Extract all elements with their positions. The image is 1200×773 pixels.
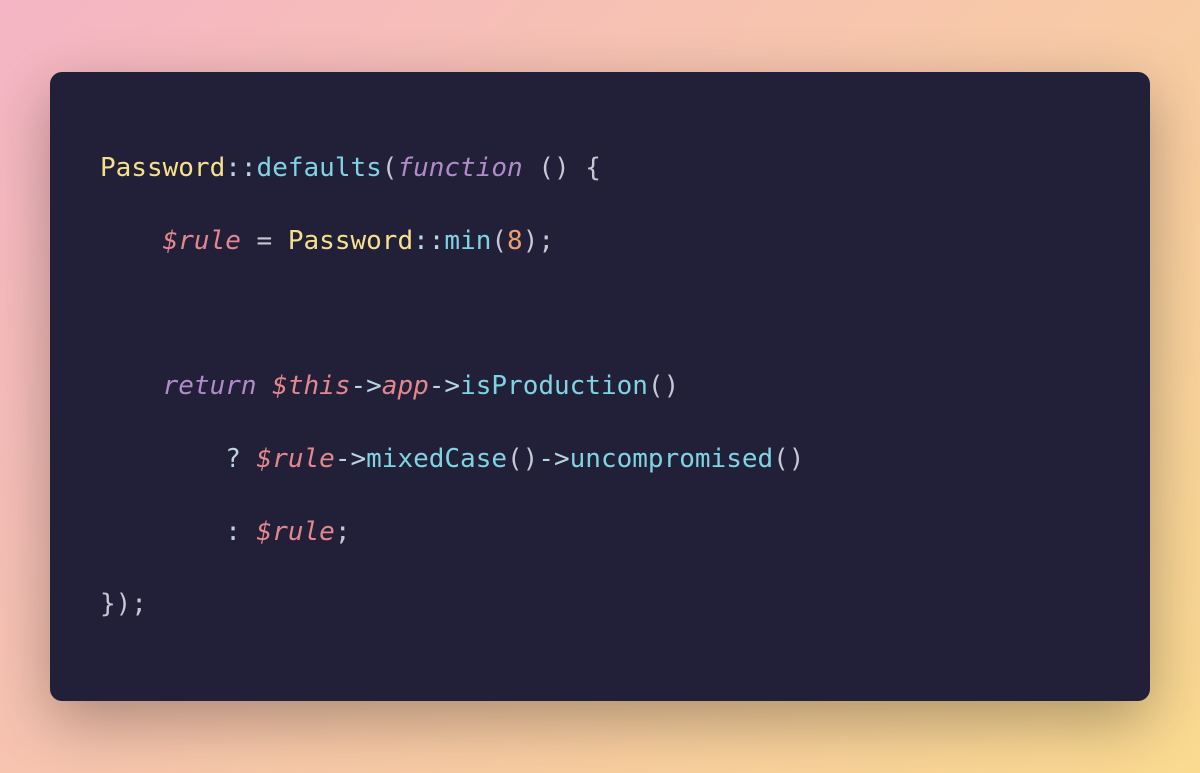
token-punct: ( [382,153,398,183]
code-line-2: $rule = Password::min(8); [100,205,1100,278]
code-line-3: return $this->app->isProduction() [100,350,1100,423]
token-punct: () [648,371,679,401]
token-keyword: return [163,371,273,401]
token-ternary: ? [225,444,256,474]
token-indent [100,226,163,256]
token-punct: { [570,153,601,183]
token-punct: () [538,153,569,183]
token-function: mixedCase [366,444,507,474]
code-line-1: Password::defaults(function () { [100,132,1100,205]
token-keyword: function [397,153,538,183]
token-operator: :: [413,226,444,256]
token-operator: -> [538,444,569,474]
token-punct: ; [335,517,351,547]
code-line-5: : $rule; [100,496,1100,569]
token-ternary: : [225,517,256,547]
token-function: uncompromised [570,444,774,474]
token-function: min [444,226,491,256]
token-indent [100,371,163,401]
token-operator: :: [225,153,256,183]
token-punct: () [507,444,538,474]
code-line-blank [100,277,1100,350]
token-punct: () [773,444,804,474]
token-punct: ) [523,226,539,256]
token-operator: -> [429,371,460,401]
code-snippet-card: Password::defaults(function () { $rule =… [50,72,1150,702]
token-variable: $rule [257,517,335,547]
token-operator: -> [335,444,366,474]
token-indent [100,517,225,547]
token-function: defaults [257,153,382,183]
token-operator: -> [350,371,381,401]
token-this: $this [272,371,350,401]
token-punct: ( [491,226,507,256]
token-close: }); [100,589,147,619]
token-number: 8 [507,226,523,256]
token-variable: $rule [257,444,335,474]
token-function: isProduction [460,371,648,401]
code-line-4: ? $rule->mixedCase()->uncompromised() [100,423,1100,496]
token-class: Password [288,226,413,256]
token-property: app [382,371,429,401]
token-class: Password [100,153,225,183]
token-operator: = [241,226,288,256]
token-indent [100,444,225,474]
token-punct: ; [538,226,554,256]
code-line-6: }); [100,568,1100,641]
token-variable: $rule [163,226,241,256]
